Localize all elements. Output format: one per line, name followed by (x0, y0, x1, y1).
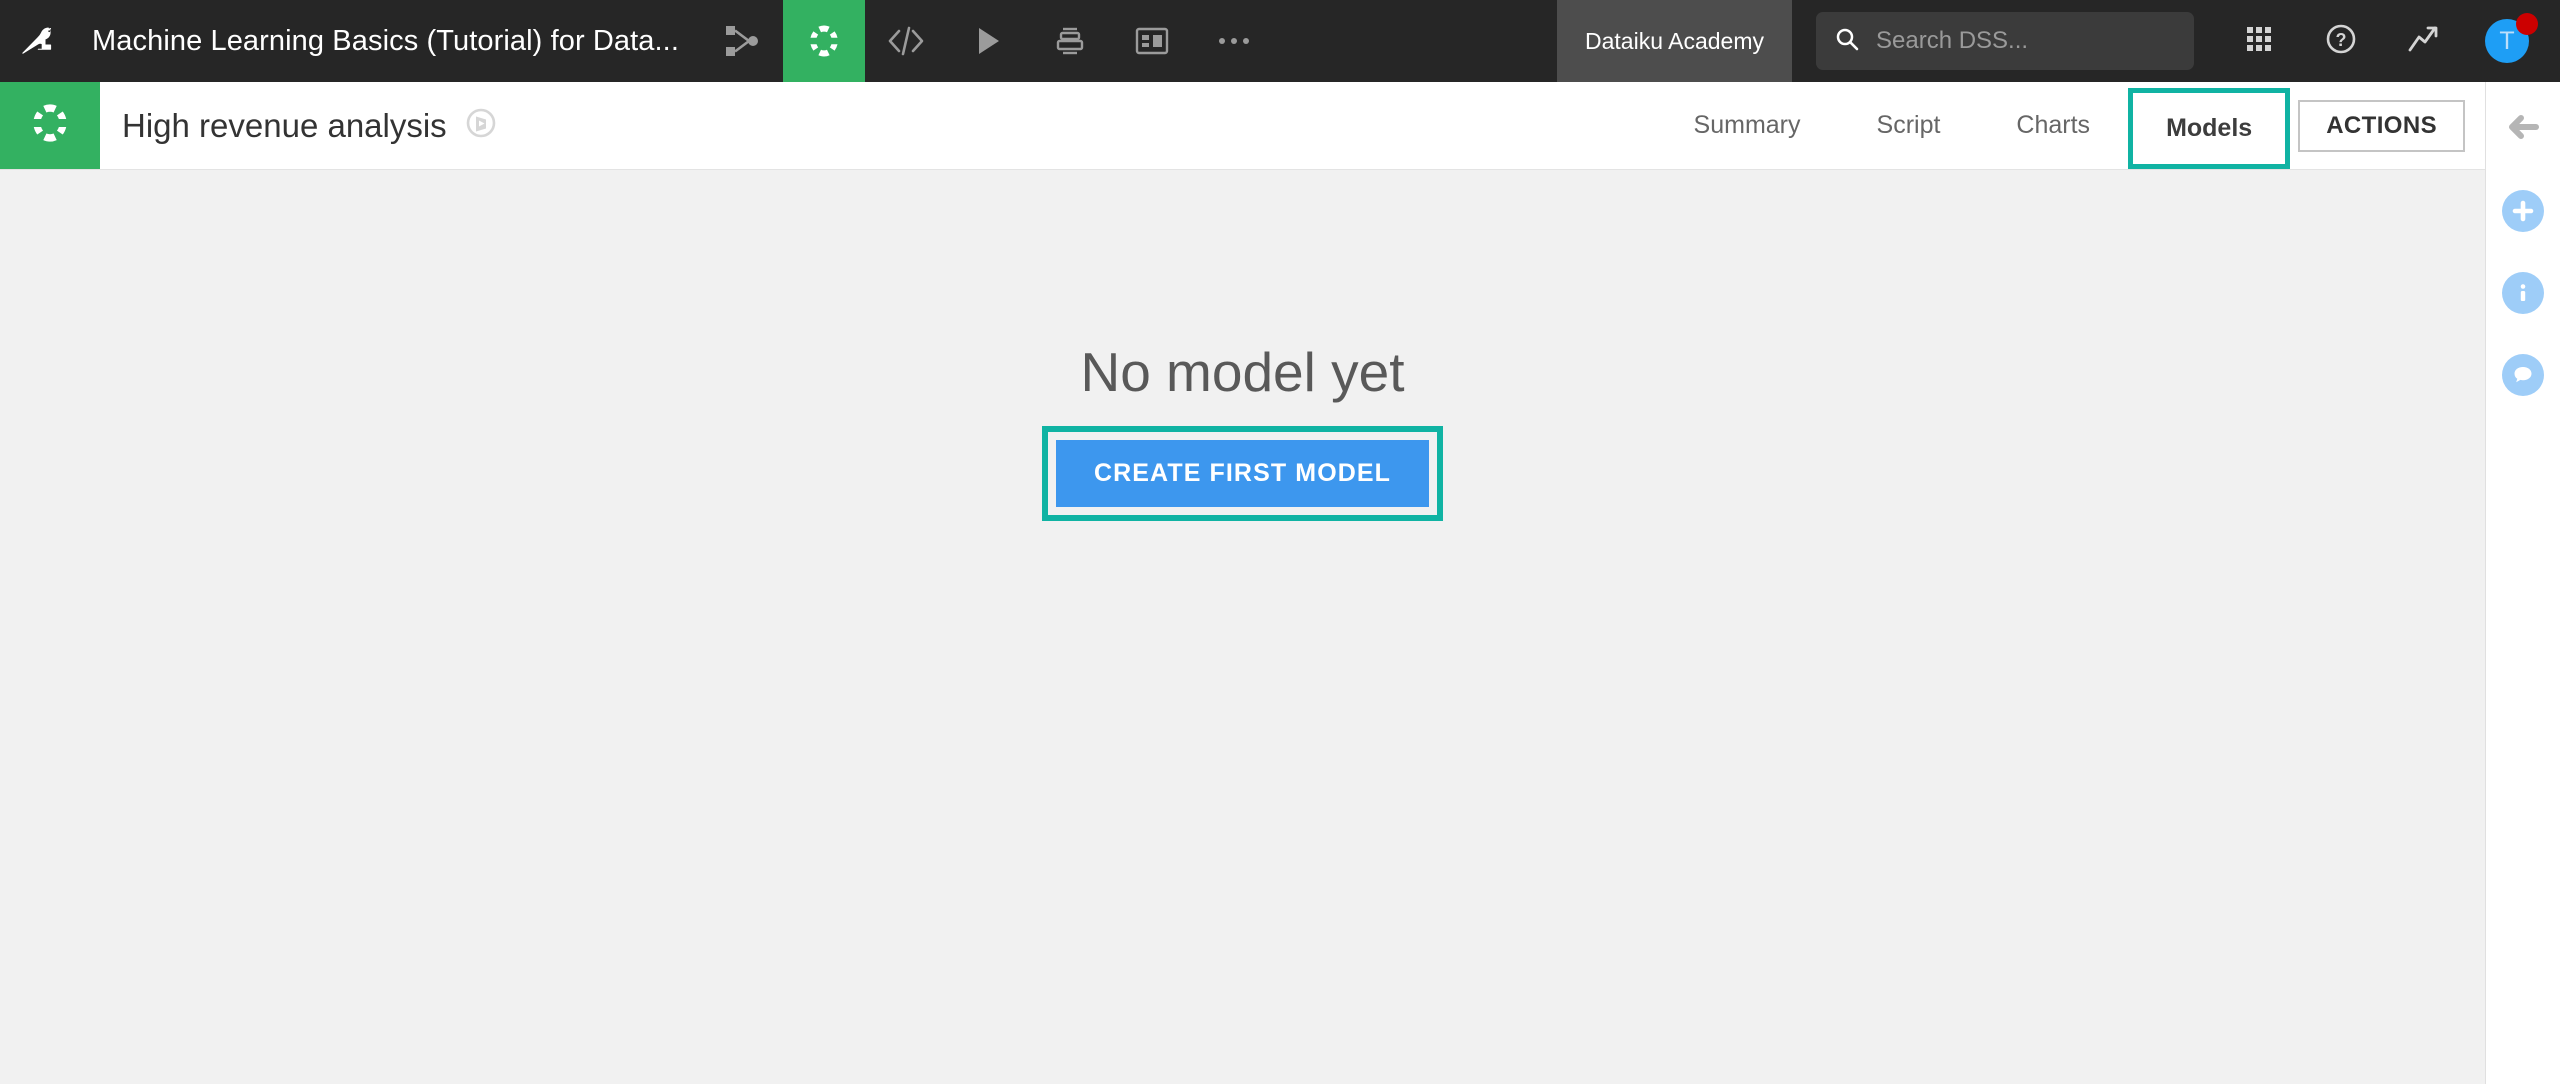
empty-state: No model yet CREATE FIRST MODEL (1041, 340, 1444, 521)
analysis-tabs: Summary Script Charts Models (1656, 82, 2291, 169)
help-icon: ? (2324, 22, 2358, 61)
collapse-panel-button[interactable] (2486, 100, 2560, 158)
more-ellipsis-icon (1217, 35, 1251, 47)
models-empty-state-area: No model yet CREATE FIRST MODEL (0, 170, 2485, 1084)
svg-text:?: ? (2336, 30, 2347, 50)
tab-charts[interactable]: Charts (1978, 82, 2128, 169)
search-input[interactable]: Search DSS... (1816, 12, 2194, 70)
tab-script[interactable]: Script (1839, 82, 1979, 169)
analysis-project-badge[interactable] (0, 82, 100, 169)
lab-icon (804, 21, 844, 61)
tab-script-label: Script (1876, 111, 1941, 139)
more-options-icon-button[interactable] (1193, 0, 1275, 82)
info-icon (2502, 272, 2544, 314)
tab-summary[interactable]: Summary (1656, 82, 1839, 169)
topbar-right-icons: ? T (2218, 0, 2560, 82)
analysis-name-group: High revenue analysis (100, 82, 497, 169)
run-icon-button[interactable] (947, 0, 1029, 82)
collapse-back-arrow-icon (2505, 111, 2541, 148)
user-menu-button[interactable]: T (2464, 0, 2550, 82)
help-icon-button[interactable]: ? (2300, 0, 2382, 82)
dataiku-home-logo[interactable] (0, 0, 80, 82)
code-icon (886, 23, 926, 59)
jobs-printer-icon (1053, 23, 1087, 59)
global-search-wrapper: Search DSS... (1792, 0, 2218, 82)
tab-models[interactable]: Models (2128, 88, 2291, 169)
activity-trend-icon-button[interactable] (2382, 0, 2464, 82)
apps-grid-icon (2244, 24, 2274, 59)
add-plus-icon (2502, 190, 2544, 232)
tab-summary-label: Summary (1693, 111, 1801, 139)
add-item-button[interactable] (2486, 182, 2560, 240)
search-placeholder: Search DSS... (1876, 27, 2029, 54)
top-navigation-bar: Machine Learning Basics (Tutorial) for D… (0, 0, 2560, 82)
search-icon (1834, 26, 1860, 57)
comments-icon (2502, 354, 2544, 396)
flow-icon (723, 22, 761, 60)
analysis-header-bar: High revenue analysis Summary Script Cha… (0, 82, 2485, 170)
tab-charts-label: Charts (2016, 111, 2091, 139)
tab-models-label: Models (2166, 114, 2253, 142)
run-play-icon (971, 24, 1005, 58)
activity-trend-icon (2406, 24, 2440, 59)
project-title[interactable]: Machine Learning Basics (Tutorial) for D… (80, 0, 679, 82)
apps-grid-icon-button[interactable] (2218, 0, 2300, 82)
notification-badge-dot[interactable] (2516, 13, 2538, 35)
navigator-compass-icon[interactable] (465, 107, 497, 144)
avatar[interactable]: T (2485, 13, 2538, 63)
dataiku-bird-icon (18, 19, 62, 63)
flow-icon-button[interactable] (701, 0, 783, 82)
analysis-name[interactable]: High revenue analysis (122, 107, 447, 145)
top-toolbar-icons (701, 0, 1275, 82)
subheader-spacer (497, 82, 1656, 169)
lab-icon-button[interactable] (783, 0, 865, 82)
empty-state-title: No model yet (1080, 341, 1405, 403)
code-icon-button[interactable] (865, 0, 947, 82)
comments-panel-button[interactable] (2486, 346, 2560, 404)
jobs-icon-button[interactable] (1029, 0, 1111, 82)
info-panel-button[interactable] (2486, 264, 2560, 322)
dataiku-analysis-icon (26, 99, 74, 152)
create-first-model-button[interactable]: CREATE FIRST MODEL (1055, 440, 1430, 507)
avatar-initial: T (2499, 26, 2515, 55)
right-side-rail (2485, 82, 2560, 1084)
dashboard-icon-button[interactable] (1111, 0, 1193, 82)
create-first-model-highlight: CREATE FIRST MODEL (1041, 426, 1444, 521)
actions-button[interactable]: ACTIONS (2298, 99, 2465, 152)
academy-badge[interactable]: Dataiku Academy (1557, 0, 1792, 82)
dashboard-icon (1134, 25, 1170, 57)
